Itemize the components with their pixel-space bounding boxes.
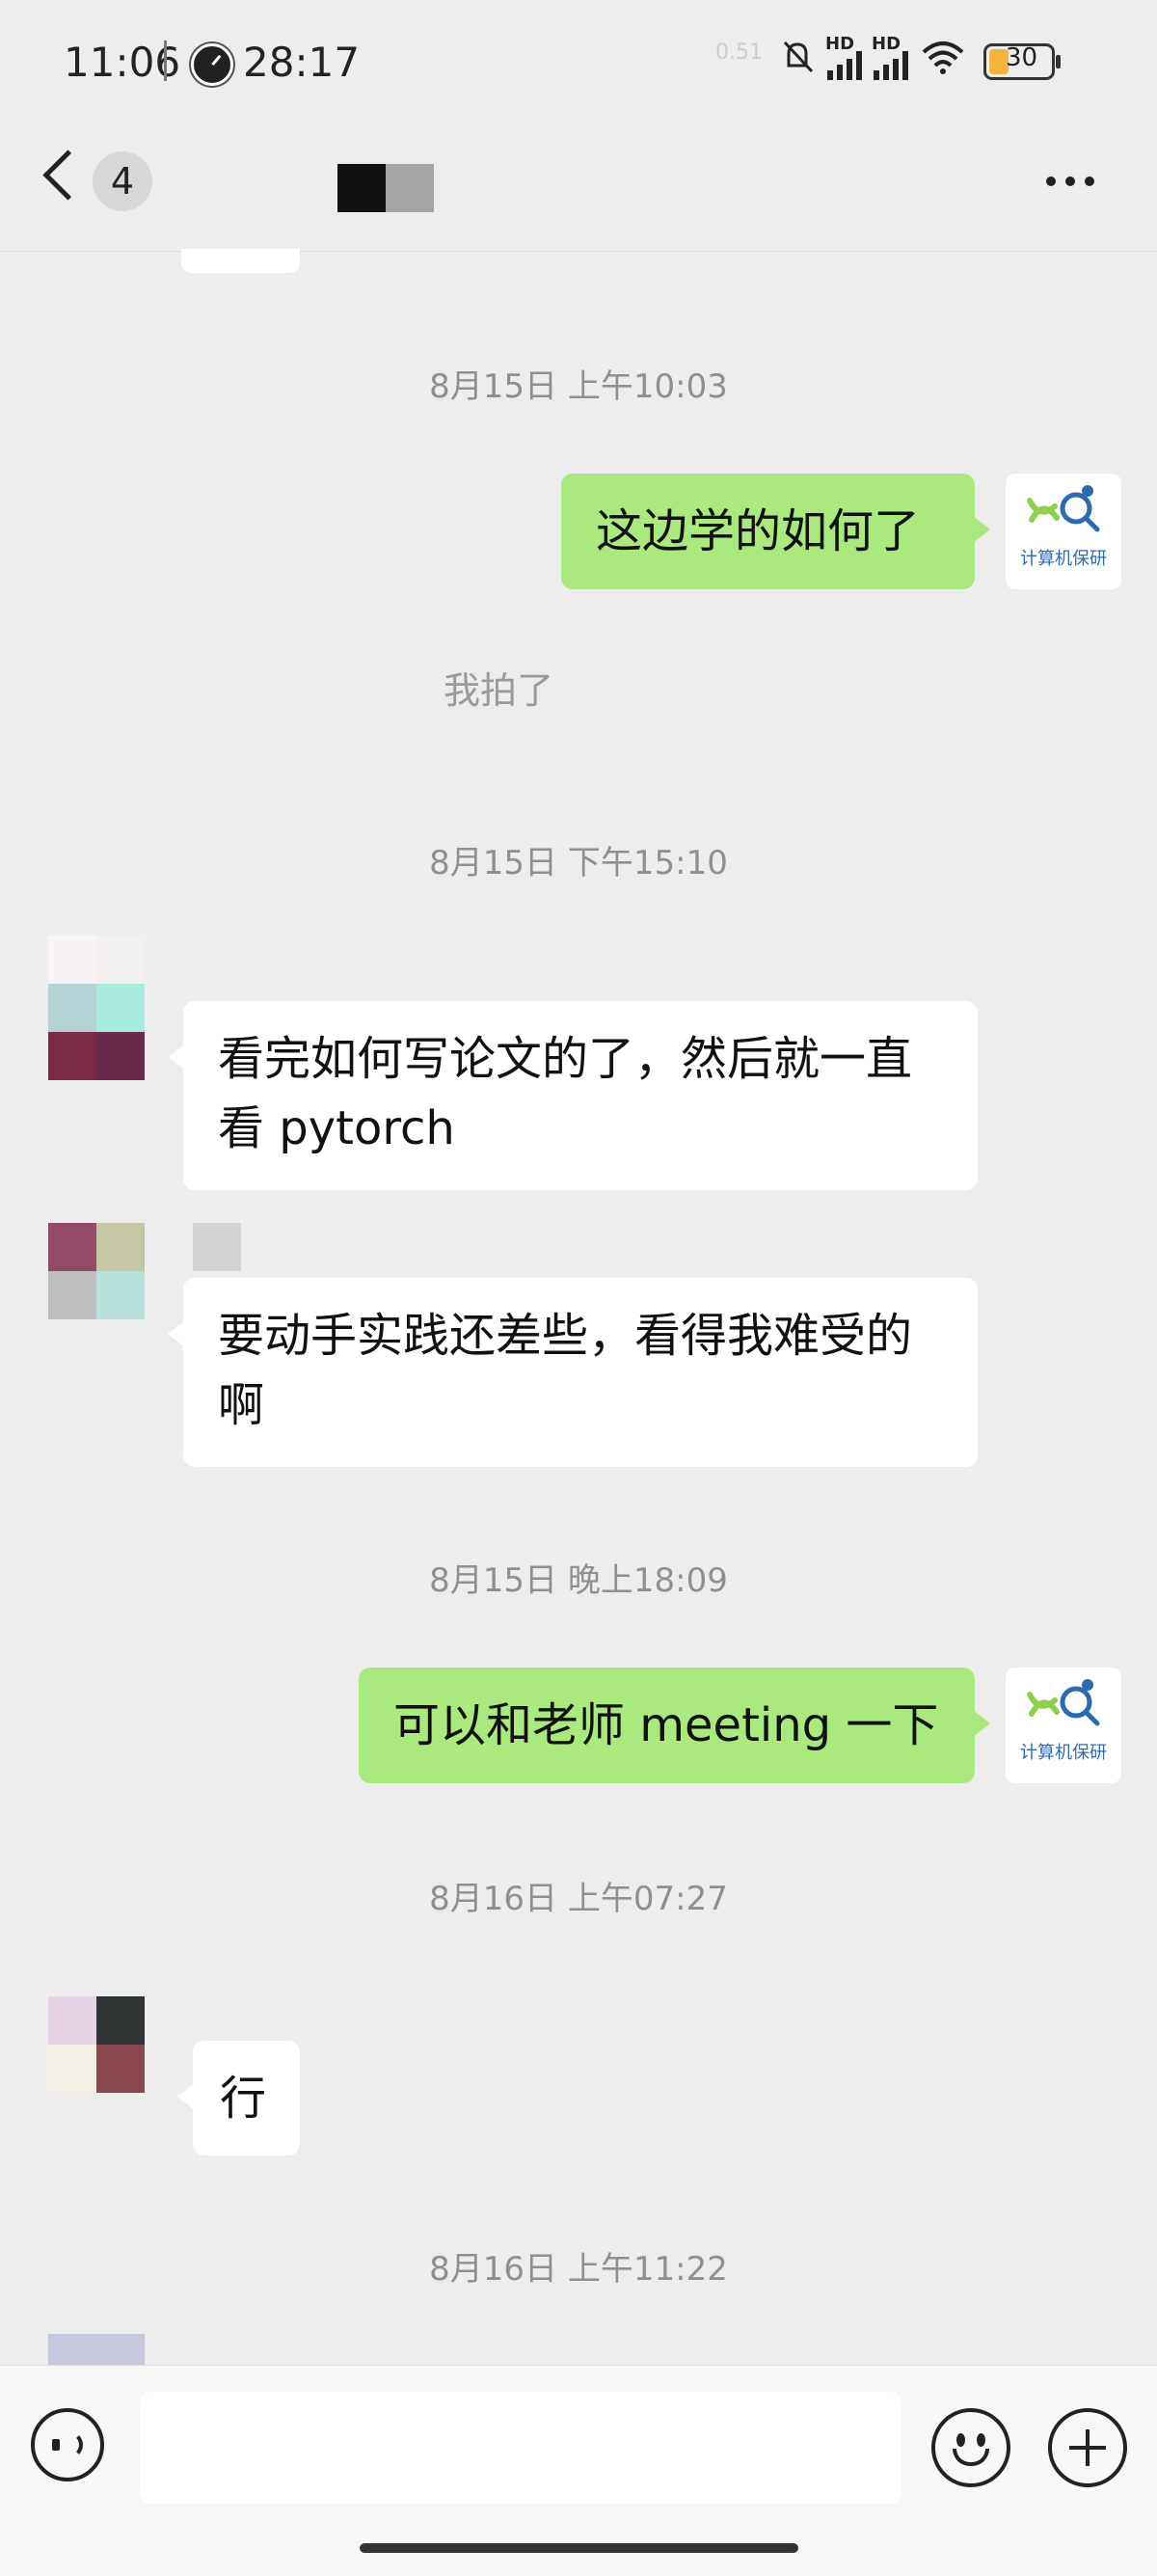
partial-message-bubble[interactable] (181, 249, 300, 273)
more-options-icon[interactable] (1046, 176, 1094, 186)
battery-icon: 30 (983, 42, 1061, 80)
contact-avatar[interactable] (48, 935, 145, 1080)
brand-logo-icon (1027, 485, 1100, 532)
brand-name: 计算机保研 (1020, 1743, 1107, 1763)
self-avatar[interactable]: 计算机保研 (1006, 474, 1121, 589)
contact-avatar[interactable] (48, 2334, 145, 2365)
mute-icon (779, 39, 816, 84)
home-indicator[interactable] (360, 2543, 798, 2553)
brand-name: 计算机保研 (1020, 549, 1107, 569)
outgoing-message[interactable]: 可以和老师 meeting 一下 (359, 1668, 990, 1783)
timestamp: 8月16日 上午11:22 (429, 2250, 728, 2289)
network-speed: 0.51 (715, 41, 763, 65)
status-separator (164, 41, 167, 81)
self-avatar[interactable]: 计算机保研 (1006, 1668, 1121, 1783)
voice-input-button[interactable] (31, 2408, 104, 2481)
timestamp: 8月16日 上午07:27 (429, 1880, 728, 1918)
status-icons: HD HD 30 (779, 34, 1061, 84)
brand-logo-icon (1027, 1679, 1100, 1726)
timestamp: 8月15日 下午15:10 (429, 844, 728, 882)
incoming-message[interactable]: 要动手实践还差些，看得我难受的啊 (168, 1278, 978, 1467)
more-actions-button[interactable] (1048, 2408, 1127, 2487)
signal-1-icon: HD (825, 34, 862, 80)
message-input[interactable] (140, 2392, 901, 2504)
contact-avatar[interactable] (48, 1223, 145, 1319)
outgoing-message[interactable]: 这边学的如何了 (561, 474, 990, 589)
incoming-message[interactable]: 看完如何写论文的了，然后就一直看 pytorch (168, 1001, 978, 1190)
status-timer: 28:17 (243, 39, 361, 86)
unread-badge[interactable]: 4 (93, 151, 152, 211)
status-time: 11:06 (64, 39, 181, 86)
timestamp: 8月15日 上午10:03 (429, 367, 728, 406)
signal-2-icon: HD (872, 34, 908, 80)
battery-level: 30 (1006, 42, 1038, 72)
wifi-icon (920, 39, 966, 84)
timer-icon (191, 43, 233, 86)
hd-label-2: HD (872, 33, 901, 54)
hd-label: HD (825, 33, 855, 54)
chat-header (0, 130, 1157, 252)
timestamp: 8月15日 晚上18:09 (429, 1561, 728, 1600)
contact-avatar[interactable] (48, 1996, 145, 2093)
system-note: 我拍了 (444, 669, 554, 712)
emoji-button[interactable] (931, 2408, 1010, 2487)
sender-name-redacted (193, 1223, 241, 1271)
chat-title-redacted (337, 164, 434, 212)
incoming-message[interactable]: 行 (177, 2041, 300, 2156)
